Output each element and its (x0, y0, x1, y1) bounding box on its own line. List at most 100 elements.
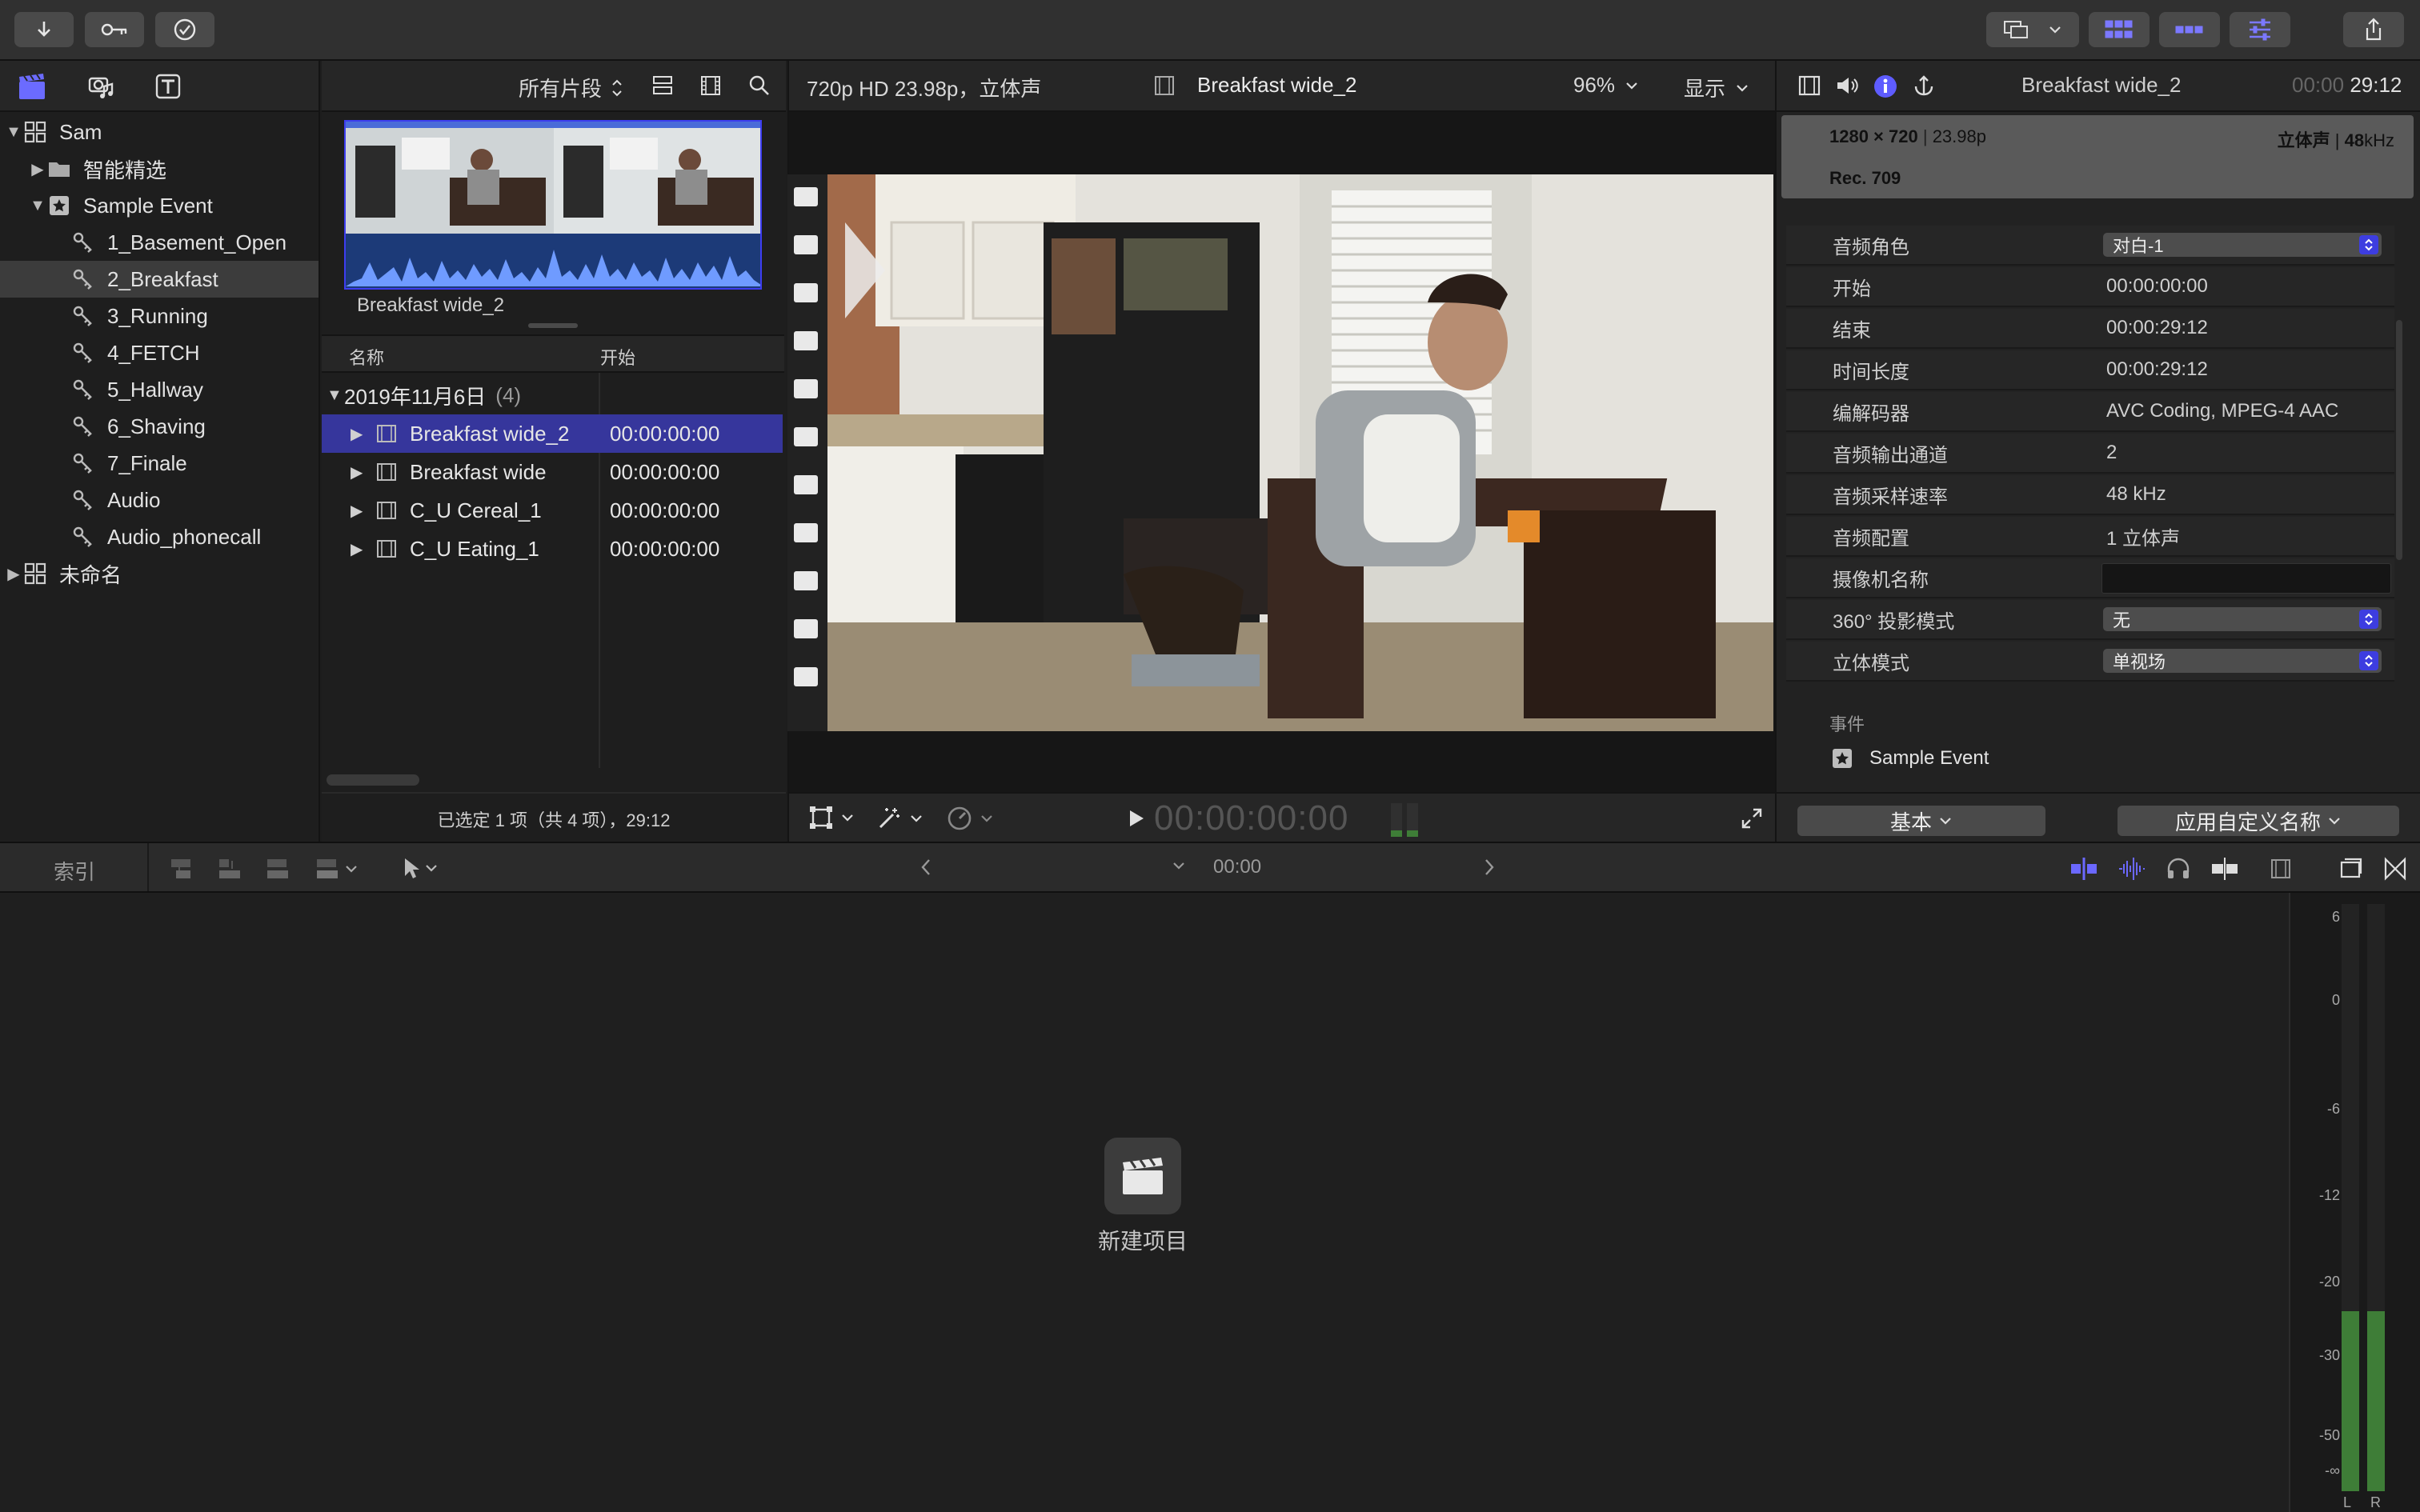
background-tasks-button[interactable] (155, 12, 214, 47)
chevron-down-icon (2049, 26, 2061, 34)
viewer-layout-button[interactable] (1986, 12, 2079, 47)
disclosure-triangle-icon[interactable]: ▼ (327, 386, 344, 405)
audio-skimming-toggle[interactable] (2118, 856, 2146, 882)
keywords-button[interactable] (85, 12, 144, 47)
new-project-button[interactable] (1104, 1138, 1181, 1214)
clip-row[interactable]: ▶ C_U Eating_1 00:00:00:00 (322, 530, 783, 568)
clip-row[interactable]: ▶ Breakfast wide 00:00:00:00 (322, 453, 783, 491)
library-item[interactable]: 1_Basement_Open (0, 224, 319, 261)
keyword-icon (70, 230, 96, 255)
metadata-label: 时间长度 (1833, 361, 1909, 383)
browser-splitter-handle[interactable] (528, 323, 578, 328)
disclosure-closed-icon[interactable]: ▶ (351, 424, 367, 444)
date-group-row[interactable]: ▼ 2019年11月6日 (4) (322, 376, 783, 414)
timeline-back-button[interactable] (919, 858, 933, 877)
timeline-forward-button[interactable] (1482, 858, 1496, 877)
library-item[interactable]: ▶ 未命名 (0, 555, 319, 592)
connect-clip-button[interactable] (168, 856, 195, 882)
library-item[interactable]: 5_Hallway (0, 371, 319, 408)
metadata-popup[interactable]: 对白-1 (2103, 233, 2382, 257)
share-inspector-tab[interactable] (1911, 74, 1937, 99)
meter-scale-label: -50 (2318, 1427, 2340, 1443)
column-start-header[interactable]: 开始 (600, 344, 635, 370)
disclosure-closed-icon[interactable]: ▶ (351, 462, 367, 482)
star-event-icon (1833, 749, 1852, 768)
video-inspector-tab[interactable] (1797, 74, 1821, 98)
video-frame-image (787, 174, 1773, 731)
disclosure-closed-icon[interactable]: ▶ (5, 564, 22, 584)
disclosure-open-icon[interactable]: ▼ (5, 123, 22, 142)
display-options-popup[interactable]: 显示 (1684, 73, 1749, 102)
library-item[interactable]: ▼ Sample Event (0, 187, 319, 224)
meter-scale-label: 0 (2331, 992, 2340, 1008)
library-item[interactable]: 3_Running (0, 298, 319, 334)
clip-appearance-button[interactable] (651, 74, 674, 98)
video-preview[interactable] (787, 174, 1773, 731)
fullscreen-button[interactable] (1740, 806, 1764, 830)
tool-select-button[interactable] (400, 856, 439, 880)
filmstrip-view-button[interactable] (699, 74, 722, 98)
disclosure-closed-icon[interactable]: ▶ (351, 501, 367, 521)
titles-generators-tab[interactable] (152, 70, 184, 102)
clip-row[interactable]: ▶ Breakfast wide_2 00:00:00:00 (322, 414, 783, 453)
browser-toggle-button[interactable] (2089, 12, 2150, 47)
keyword-icon (70, 414, 96, 439)
metadata-popup-value: 单视场 (2113, 652, 2166, 672)
disclosure-closed-icon[interactable]: ▶ (351, 539, 367, 559)
zoom-popup[interactable]: 96% (1573, 73, 1639, 98)
library-item[interactable]: 6_Shaving (0, 408, 319, 445)
audio-inspector-tab[interactable] (1834, 74, 1860, 98)
clip-filter-popup[interactable]: 所有片段 (519, 73, 624, 102)
retime-button[interactable] (946, 805, 994, 832)
library-item[interactable]: Audio_phonecall (0, 518, 319, 555)
metadata-label: 结束 (1833, 319, 1871, 342)
clip-appearance-toggle[interactable] (2270, 856, 2292, 882)
photos-audio-tab[interactable] (85, 70, 117, 102)
timeline-toggle-button[interactable] (2159, 12, 2220, 47)
timeline-index-view-toggle[interactable] (2338, 856, 2364, 882)
transitions-browser-toggle[interactable] (2383, 856, 2407, 882)
enhancements-button[interactable] (875, 805, 924, 832)
import-button[interactable] (14, 12, 74, 47)
library-item[interactable]: 2_Breakfast (0, 261, 319, 298)
index-button[interactable]: 索引 (0, 843, 149, 891)
metadata-popup[interactable]: 无 (2103, 607, 2382, 631)
inspector-scrollbar[interactable] (2396, 320, 2402, 560)
overwrite-clip-button[interactable] (314, 856, 359, 882)
clip-row[interactable]: ▶ C_U Cereal_1 00:00:00:00 (322, 491, 783, 530)
disclosure-closed-icon[interactable]: ▶ (29, 159, 46, 179)
library-item[interactable]: ▶ 智能精选 (0, 150, 319, 187)
library-item[interactable]: ▼ Sam (0, 114, 319, 150)
column-name-header[interactable]: 名称 (349, 344, 384, 370)
browser-status-bar: 已选定 1 项（共 4 项），29:12 (322, 792, 786, 842)
clip-start: 00:00:00:00 (610, 459, 720, 484)
timeline-history-popup[interactable] (1172, 861, 1186, 870)
timeline-area[interactable]: 新建项目 (0, 893, 2289, 1512)
library-item[interactable]: Audio (0, 482, 319, 518)
skimming-toggle[interactable] (2069, 856, 2098, 882)
transform-tools-button[interactable] (808, 805, 855, 830)
disclosure-open-icon[interactable]: ▼ (29, 197, 46, 215)
viewer-timecode[interactable]: 00:00:00:00 (1154, 798, 1348, 838)
solo-toggle[interactable] (2166, 856, 2191, 882)
metadata-view-button[interactable]: 基本 (1797, 806, 2045, 836)
search-button[interactable] (747, 74, 771, 98)
apply-custom-name-button[interactable]: 应用自定义名称 (2118, 806, 2399, 836)
play-button[interactable] (1127, 808, 1146, 829)
clip-name: Breakfast wide_2 (410, 421, 570, 446)
info-inspector-tab[interactable] (1873, 74, 1898, 99)
snapping-toggle[interactable] (2210, 856, 2239, 882)
library-item[interactable]: 4_FETCH (0, 334, 319, 371)
metadata-popup[interactable]: 单视场 (2103, 649, 2382, 673)
clip-filmstrip-thumbnail[interactable] (344, 120, 762, 290)
metadata-value: AVC Coding, MPEG-4 AAC (2106, 400, 2339, 422)
append-clip-button[interactable] (264, 856, 291, 882)
library-item[interactable]: 7_Finale (0, 445, 319, 482)
browser-scrollbar[interactable] (327, 774, 419, 786)
libraries-tab[interactable] (16, 70, 48, 102)
selection-status: 已选定 1 项（共 4 项），29:12 (437, 810, 671, 830)
camera-name-field[interactable] (2101, 563, 2391, 594)
inspector-toggle-button[interactable] (2230, 12, 2290, 47)
share-button[interactable] (2343, 12, 2404, 47)
insert-clip-button[interactable] (216, 856, 243, 882)
